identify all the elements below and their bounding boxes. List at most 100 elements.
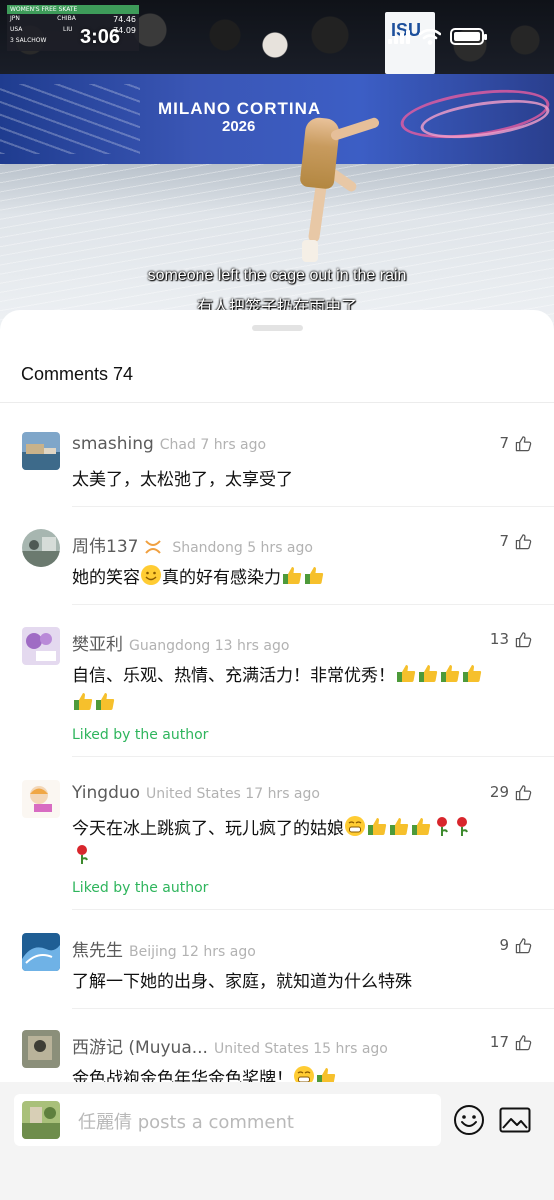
like-button[interactable]: 7 (499, 434, 532, 452)
like-count: 17 (489, 1033, 509, 1051)
status-time: 3:06 (80, 26, 121, 48)
scoreboard-score: 74.46 (113, 15, 136, 24)
battery-icon (450, 28, 487, 45)
arena-banner (0, 74, 554, 164)
scoreboard-header: WOMEN'S FREE SKATE (7, 5, 139, 14)
comment-meta: United States 15 hrs ago (213, 1041, 388, 1057)
comment-text: 她的笑容 (72, 568, 140, 588)
avatar[interactable] (22, 1030, 60, 1068)
comment-header: Yingduo United States 17 hrs ago (72, 783, 320, 803)
ribbon-badge-icon (144, 538, 167, 556)
comment-text: 自信、乐观、热情、充满活力！非常优秀！ (72, 666, 395, 686)
commenter-name[interactable]: Yingduo (72, 783, 140, 803)
comments-title: Comments 74 (21, 364, 134, 384)
status-icons (388, 28, 487, 45)
comment-composer-bar: 任麗倩 posts a comment (0, 1082, 554, 1200)
commenter-name[interactable]: 焦先生 (72, 941, 123, 961)
subtitle-english: someone left the cage out in the rain (147, 267, 407, 284)
comment-text: 真的好有感染力 (162, 568, 281, 588)
image-button[interactable] (499, 1107, 531, 1137)
comment-header: 周伟137 Shandong 5 hrs ago (72, 532, 313, 557)
comment-header: smashing Chad 7 hrs ago (72, 434, 266, 454)
image-icon (499, 1107, 531, 1133)
comment-divider (72, 756, 554, 757)
comment-meta: United States 17 hrs ago (146, 786, 320, 802)
comment-meta: Chad 7 hrs ago (159, 437, 267, 453)
commenter-name[interactable]: 樊亚利 (72, 635, 123, 655)
comment-header: 焦先生 Beijing 12 hrs ago (72, 936, 256, 961)
event-year: 2026 (222, 118, 256, 135)
comment-header: 樊亚利 Guangdong 13 hrs ago (72, 630, 289, 655)
smiley-face-icon (454, 1105, 484, 1135)
smile-emoji-icon (141, 565, 161, 585)
comment-text-row: 自信、乐观、热情、充满活力！非常优秀！ (72, 662, 532, 718)
like-button[interactable]: 29 (490, 783, 532, 801)
thumbs-up-outline-icon (515, 435, 532, 451)
skate-boot (302, 240, 318, 262)
thumbs-up-emoji-icon (74, 693, 93, 710)
scoreboard-skater: CHIBA (57, 15, 76, 22)
thumbs-up-outline-icon (515, 631, 532, 647)
thumbs-up-emoji-icon (305, 567, 324, 584)
like-button[interactable]: 13 (490, 630, 532, 648)
sheet-drag-handle[interactable] (252, 325, 303, 331)
rose-emoji-icon (457, 817, 468, 836)
like-count: 9 (499, 936, 509, 954)
comment-divider (72, 1008, 554, 1009)
rose-emoji-icon (77, 845, 88, 864)
like-count: 7 (499, 532, 509, 550)
scoreboard-skater: LIU (63, 26, 73, 33)
thumbs-up-emoji-icon (441, 665, 460, 682)
comment-meta: Beijing 12 hrs ago (129, 944, 256, 960)
video-player[interactable]: ISU MILANO CORTINA 2026 WOMEN'S FREE SKA… (0, 0, 554, 330)
commenter-name[interactable]: 西游记 (Muyua... (72, 1038, 208, 1058)
thumbs-up-emoji-icon (419, 665, 438, 682)
rose-emoji-icon (437, 817, 448, 836)
thumbs-up-emoji-icon (283, 567, 302, 584)
like-button[interactable]: 9 (499, 936, 532, 954)
avatar[interactable] (22, 529, 60, 567)
like-count: 29 (489, 783, 509, 801)
comment-divider (72, 909, 554, 910)
my-avatar (22, 1101, 60, 1139)
comment-text-row: 今天在冰上跳疯了、玩儿疯了的姑娘 (72, 815, 532, 871)
avatar[interactable] (22, 933, 60, 971)
divider (0, 402, 554, 403)
comment-text: 太美了，太松弛了，太享受了 (72, 470, 293, 490)
wifi-icon (419, 28, 441, 45)
commenter-name[interactable]: smashing (72, 434, 154, 454)
comment-text: 了解一下她的出身、家庭，就知道为什么特殊 (72, 972, 412, 992)
like-button[interactable]: 17 (490, 1033, 532, 1051)
avatar[interactable] (22, 432, 60, 470)
avatar[interactable] (22, 627, 60, 665)
comment-header: 西游记 (Muyua... United States 15 hrs ago (72, 1033, 388, 1058)
banner-pattern (0, 84, 140, 154)
grin-emoji-icon (345, 816, 365, 836)
thumbs-up-outline-icon (515, 937, 532, 953)
liked-by-author-label: Liked by the author (72, 727, 209, 743)
comment-input-placeholder: 任麗倩 posts a comment (78, 1112, 294, 1133)
comments-sheet: Comments 74 smashing Chad 7 hrs ago 7 太美了… (0, 310, 554, 1200)
comment-text: 今天在冰上跳疯了、玩儿疯了的姑娘 (72, 819, 344, 839)
event-brand: MILANO CORTINA (158, 99, 322, 118)
cellular-signal-icon (388, 29, 410, 44)
thumbs-up-emoji-icon (463, 665, 482, 682)
thumbs-up-emoji-icon (397, 665, 416, 682)
scoreboard-country: JPN (10, 15, 20, 22)
comment-meta: Shandong 5 hrs ago (172, 540, 313, 556)
thumbs-up-emoji-icon (412, 818, 431, 835)
comment-input[interactable]: 任麗倩 posts a comment (14, 1094, 441, 1146)
thumbs-up-outline-icon (515, 533, 532, 549)
comment-divider (72, 604, 554, 605)
comment-text-row: 她的笑容 真的好有感染力 (72, 564, 532, 592)
emoji-button[interactable] (453, 1104, 485, 1140)
like-count: 13 (489, 630, 509, 648)
scoreboard-row: JPN CHIBA 74.46 (7, 14, 139, 25)
thumbs-up-outline-icon (515, 1034, 532, 1050)
thumbs-up-outline-icon (515, 784, 532, 800)
avatar[interactable] (22, 780, 60, 818)
thumbs-up-emoji-icon (96, 693, 115, 710)
like-button[interactable]: 7 (499, 532, 532, 550)
commenter-name[interactable]: 周伟137 (72, 537, 138, 557)
comment-divider (72, 506, 554, 507)
